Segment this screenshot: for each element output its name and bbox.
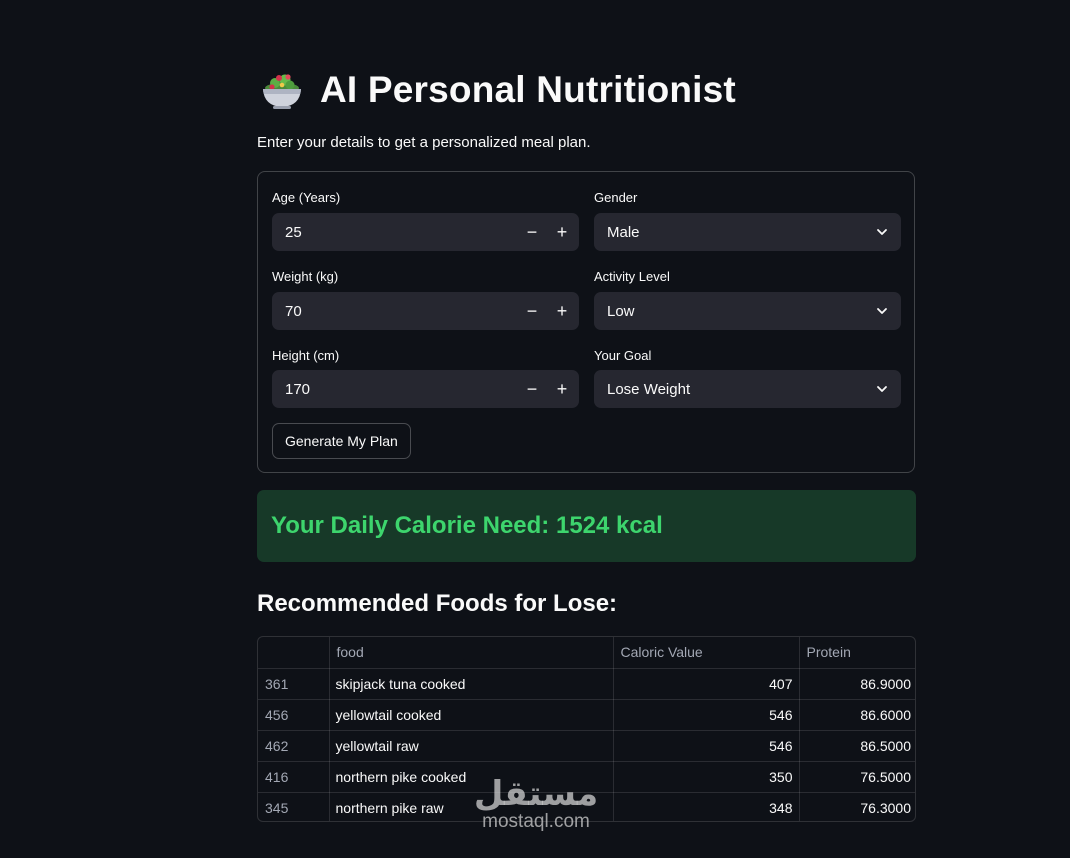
height-value[interactable]: 170 bbox=[272, 381, 517, 398]
caloric-value-cell: 546 bbox=[613, 730, 800, 762]
table-row[interactable]: 456 yellowtail cooked 546 86.6000 bbox=[258, 699, 915, 731]
height-input[interactable]: 170 − + bbox=[272, 370, 579, 408]
salad-bowl-icon bbox=[263, 74, 301, 109]
table-row[interactable]: 361 skipjack tuna cooked 407 86.9000 bbox=[258, 668, 915, 700]
chevron-down-icon[interactable] bbox=[875, 382, 889, 396]
calorie-result-alert: Your Daily Calorie Need: 1524 kcal bbox=[257, 490, 916, 562]
generate-plan-button[interactable]: Generate My Plan bbox=[272, 423, 411, 459]
gender-value[interactable]: Male bbox=[607, 224, 875, 241]
watermark-latin-text: mostaql.com bbox=[482, 811, 590, 832]
age-label: Age (Years) bbox=[272, 190, 341, 205]
app-page: AI Personal Nutritionist Enter your deta… bbox=[0, 0, 1070, 858]
age-decrement-button[interactable]: − bbox=[517, 213, 547, 251]
activity-select[interactable]: Low bbox=[594, 292, 901, 330]
height-label: Height (cm) bbox=[272, 348, 340, 363]
row-index: 345 bbox=[258, 792, 330, 821]
food-cell: yellowtail cooked bbox=[329, 699, 614, 731]
column-header-index[interactable] bbox=[258, 637, 330, 669]
watermark-arabic-text: مستقل bbox=[473, 774, 599, 814]
column-header-caloric-value[interactable]: Caloric Value bbox=[613, 637, 800, 669]
page-subtitle: Enter your details to get a personalized… bbox=[257, 134, 591, 151]
activity-label: Activity Level bbox=[594, 269, 670, 284]
weight-value[interactable]: 70 bbox=[272, 303, 517, 320]
caloric-value-cell: 348 bbox=[613, 792, 800, 821]
protein-cell: 76.5000 bbox=[799, 761, 915, 793]
user-details-form: Age (Years) 25 − + Weight (kg) 70 − + He… bbox=[257, 171, 915, 473]
protein-cell: 86.5000 bbox=[799, 730, 915, 762]
column-header-protein[interactable]: Protein bbox=[799, 637, 915, 669]
protein-cell: 86.9000 bbox=[799, 668, 915, 700]
mostaql-watermark: مستقل mostaql.com bbox=[470, 776, 602, 832]
weight-decrement-button[interactable]: − bbox=[517, 292, 547, 330]
chevron-down-icon[interactable] bbox=[875, 304, 889, 318]
activity-value[interactable]: Low bbox=[607, 303, 875, 320]
protein-cell: 76.3000 bbox=[860, 799, 911, 816]
recommendations-heading: Recommended Foods for Lose: bbox=[257, 590, 618, 617]
caloric-value-cell: 350 bbox=[613, 761, 800, 793]
food-cell: skipjack tuna cooked bbox=[329, 668, 614, 700]
row-index: 416 bbox=[258, 761, 330, 793]
height-increment-button[interactable]: + bbox=[547, 370, 577, 408]
weight-label: Weight (kg) bbox=[272, 269, 339, 284]
caloric-value-cell: 407 bbox=[613, 668, 800, 700]
protein-cell: 86.6000 bbox=[799, 699, 915, 731]
caloric-value-cell: 546 bbox=[613, 699, 800, 731]
row-index: 361 bbox=[258, 668, 330, 700]
food-cell: yellowtail raw bbox=[329, 730, 614, 762]
table-header-row: food Caloric Value Protein bbox=[258, 637, 915, 669]
age-input[interactable]: 25 − + bbox=[272, 213, 579, 251]
table-row[interactable]: 462 yellowtail raw 546 86.5000 bbox=[258, 730, 915, 762]
weight-input[interactable]: 70 − + bbox=[272, 292, 579, 330]
age-increment-button[interactable]: + bbox=[547, 213, 577, 251]
calorie-result-text: Your Daily Calorie Need: 1524 kcal bbox=[271, 512, 663, 539]
row-index: 456 bbox=[258, 699, 330, 731]
goal-label: Your Goal bbox=[594, 348, 652, 363]
age-value[interactable]: 25 bbox=[272, 224, 517, 241]
goal-select[interactable]: Lose Weight bbox=[594, 370, 901, 408]
column-header-food[interactable]: food bbox=[329, 637, 614, 669]
weight-increment-button[interactable]: + bbox=[547, 292, 577, 330]
row-index: 462 bbox=[258, 730, 330, 762]
gender-label: Gender bbox=[594, 190, 638, 205]
height-decrement-button[interactable]: − bbox=[517, 370, 547, 408]
page-title: AI Personal Nutritionist bbox=[320, 69, 736, 110]
goal-value[interactable]: Lose Weight bbox=[607, 381, 875, 398]
chevron-down-icon[interactable] bbox=[875, 225, 889, 239]
page-header: AI Personal Nutritionist bbox=[258, 66, 736, 114]
gender-select[interactable]: Male bbox=[594, 213, 901, 251]
